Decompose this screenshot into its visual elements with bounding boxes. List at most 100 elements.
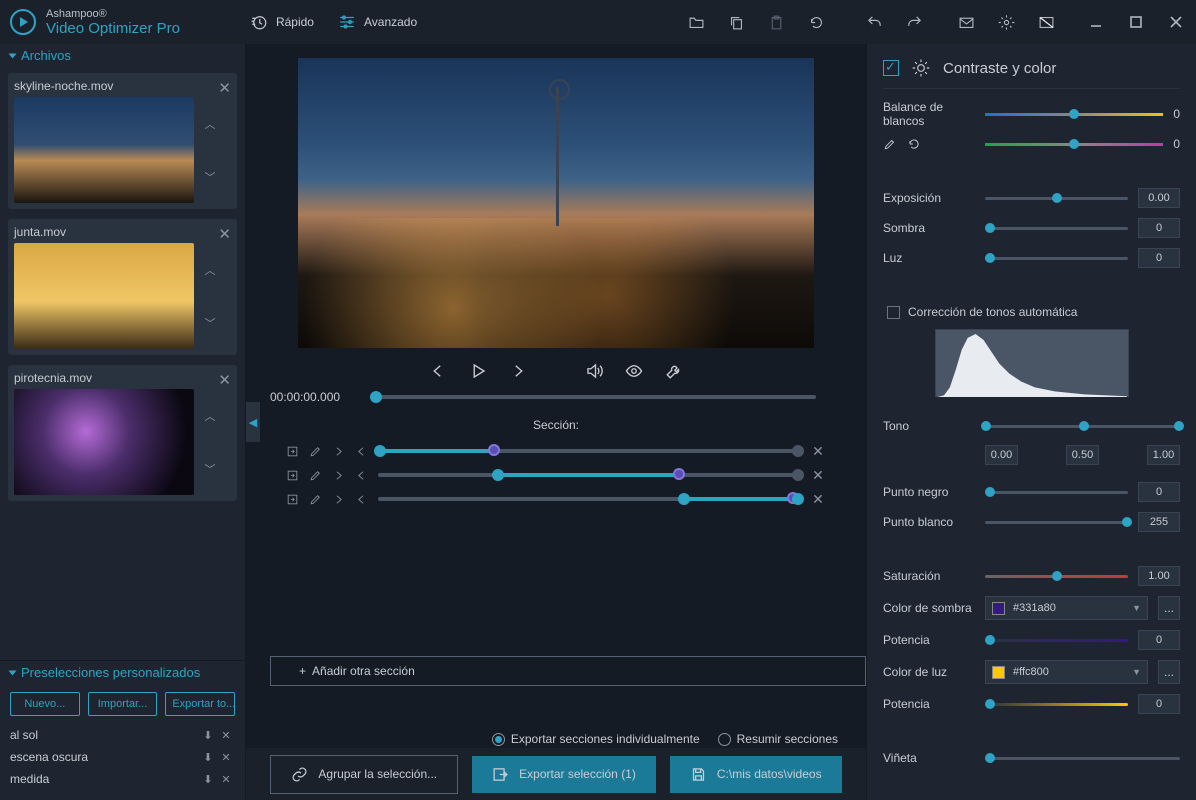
section-delete[interactable]: ✕	[810, 467, 826, 484]
prev-frame-icon[interactable]	[429, 362, 447, 380]
shadow-slider[interactable]	[985, 227, 1128, 230]
tone-slider[interactable]	[985, 425, 1180, 428]
file-remove[interactable]: ✕	[218, 371, 231, 389]
wb-value[interactable]: 0	[1173, 107, 1180, 121]
section-delete[interactable]: ✕	[810, 443, 826, 460]
power-value[interactable]: 0	[1138, 630, 1180, 650]
eye-icon[interactable]	[625, 362, 643, 380]
chevron-left-icon[interactable]	[355, 469, 368, 482]
light-power-slider[interactable]	[985, 703, 1128, 706]
saturation-value[interactable]: 1.00	[1138, 566, 1180, 586]
chevron-right-icon[interactable]	[332, 469, 345, 482]
edit-icon[interactable]	[309, 469, 322, 482]
delete-icon[interactable]: ✕	[217, 751, 235, 764]
panel-enable-checkbox[interactable]	[883, 60, 899, 76]
preset-item[interactable]: al sol⬇✕	[10, 724, 235, 746]
preset-import-button[interactable]: Importar...	[88, 692, 158, 716]
file-remove[interactable]: ✕	[218, 79, 231, 97]
preset-export-button[interactable]: Exportar to...	[165, 692, 235, 716]
black-slider[interactable]	[985, 491, 1128, 494]
tone-v1[interactable]: 0.00	[985, 445, 1018, 465]
wb-green-magenta-slider[interactable]	[985, 143, 1163, 146]
download-icon[interactable]: ⬇	[199, 729, 217, 742]
move-down-icon[interactable]: ﹀	[200, 169, 220, 185]
group-selection-button[interactable]: Agrupar la selección...	[270, 755, 458, 794]
add-section-button[interactable]: +Añadir otra sección	[270, 656, 866, 686]
chevron-right-icon[interactable]	[332, 493, 345, 506]
section-export-icon[interactable]	[286, 493, 299, 506]
export-path-button[interactable]: C:\mis datos\videos	[670, 756, 842, 793]
light-value[interactable]: 0	[1138, 248, 1180, 268]
volume-icon[interactable]	[585, 362, 603, 380]
edit-icon[interactable]	[309, 493, 322, 506]
auto-tone-checkbox[interactable]: Corrección de tonos automática	[887, 305, 1180, 319]
power2-value[interactable]: 0	[1138, 694, 1180, 714]
white-value[interactable]: 255	[1138, 512, 1180, 532]
redo-button[interactable]	[894, 0, 934, 44]
shadow-power-slider[interactable]	[985, 639, 1128, 642]
section-range[interactable]	[378, 473, 800, 477]
open-button[interactable]	[676, 0, 716, 44]
maximize-button[interactable]	[1116, 0, 1156, 44]
mode-advanced[interactable]: Avanzado	[338, 13, 417, 31]
export-individual-radio[interactable]: Exportar secciones individualmente	[492, 732, 700, 746]
shadow-color-select[interactable]: #331a80▼	[985, 596, 1148, 620]
copy-button[interactable]	[716, 0, 756, 44]
delete-icon[interactable]: ✕	[217, 773, 235, 786]
section-range[interactable]	[378, 497, 800, 501]
file-item[interactable]: junta.mov ✕ ︿﹀	[8, 219, 237, 355]
section-export-icon[interactable]	[286, 445, 299, 458]
exposure-value[interactable]: 0.00	[1138, 188, 1180, 208]
preset-item[interactable]: escena oscura⬇✕	[10, 746, 235, 768]
next-frame-icon[interactable]	[509, 362, 527, 380]
video-preview[interactable]	[298, 58, 814, 348]
play-icon[interactable]	[469, 362, 487, 380]
mail-button[interactable]	[946, 0, 986, 44]
file-item[interactable]: skyline-noche.mov ✕ ︿﹀	[8, 73, 237, 209]
light-color-select[interactable]: #ffc800▼	[985, 660, 1148, 684]
move-up-icon[interactable]: ︿	[200, 262, 220, 278]
wb-blue-yellow-slider[interactable]	[985, 113, 1163, 116]
move-down-icon[interactable]: ﹀	[200, 461, 220, 477]
delete-icon[interactable]: ✕	[217, 729, 235, 742]
exposure-slider[interactable]	[985, 197, 1128, 200]
eyedropper-icon[interactable]	[883, 137, 897, 151]
saturation-slider[interactable]	[985, 575, 1128, 578]
file-item[interactable]: pirotecnia.mov ✕ ︿﹀	[8, 365, 237, 501]
edit-icon[interactable]	[309, 445, 322, 458]
tone-v3[interactable]: 1.00	[1147, 445, 1180, 465]
settings-button[interactable]	[986, 0, 1026, 44]
move-up-icon[interactable]: ︿	[200, 408, 220, 424]
tone-v2[interactable]: 0.50	[1066, 445, 1099, 465]
section-export-icon[interactable]	[286, 469, 299, 482]
download-icon[interactable]: ⬇	[199, 773, 217, 786]
black-value[interactable]: 0	[1138, 482, 1180, 502]
reset-icon[interactable]	[907, 137, 921, 151]
minimize-button[interactable]	[1076, 0, 1116, 44]
light-color-more[interactable]: ...	[1158, 660, 1180, 684]
shadow-color-more[interactable]: ...	[1158, 596, 1180, 620]
summarize-radio[interactable]: Resumir secciones	[718, 732, 838, 746]
shadow-value[interactable]: 0	[1138, 218, 1180, 238]
wrench-icon[interactable]	[665, 362, 683, 380]
move-up-icon[interactable]: ︿	[200, 116, 220, 132]
timeline-slider[interactable]	[370, 395, 816, 399]
preset-new-button[interactable]: Nuevo...	[10, 692, 80, 716]
collapse-left-button[interactable]: ◀	[246, 402, 260, 442]
section-delete[interactable]: ✕	[810, 491, 826, 508]
white-slider[interactable]	[985, 521, 1128, 524]
chevron-right-icon[interactable]	[332, 445, 345, 458]
wb2-value[interactable]: 0	[1173, 137, 1180, 151]
compare-button[interactable]	[1026, 0, 1066, 44]
files-header[interactable]: Archivos	[0, 44, 245, 67]
light-slider[interactable]	[985, 257, 1128, 260]
undo-button[interactable]	[854, 0, 894, 44]
download-icon[interactable]: ⬇	[199, 751, 217, 764]
mode-quick[interactable]: Rápido	[250, 13, 314, 31]
export-selection-button[interactable]: Exportar selección (1)	[472, 756, 656, 793]
vignette-slider[interactable]	[985, 757, 1180, 760]
file-remove[interactable]: ✕	[218, 225, 231, 243]
presets-header[interactable]: Preselecciones personalizados	[0, 661, 245, 684]
preset-item[interactable]: medida⬇✕	[10, 768, 235, 790]
close-button[interactable]	[1156, 0, 1196, 44]
